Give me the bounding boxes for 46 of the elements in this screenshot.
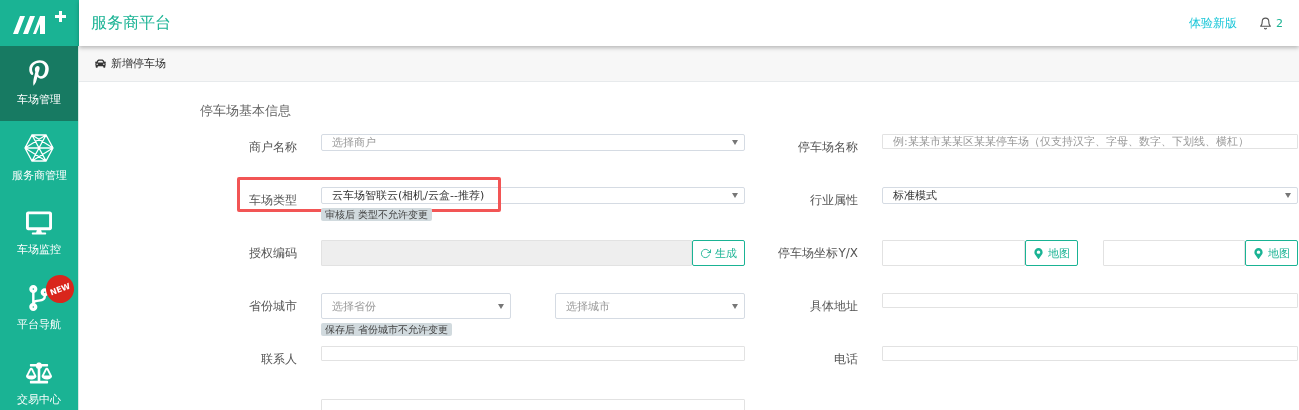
generate-button[interactable]: 生成	[692, 240, 745, 266]
select-field[interactable]: 云车场智联云(相机/云盒--推荐)	[321, 187, 745, 204]
select-field[interactable]: 选择省份	[321, 293, 511, 319]
field-label: 停车场名称	[797, 139, 858, 156]
input-field[interactable]	[321, 346, 745, 361]
field-label: 停车场坐标Y/X	[777, 245, 858, 262]
sidebar-item[interactable]: 车场监控	[0, 196, 78, 271]
field-label: 电话	[833, 351, 858, 368]
hint-tag: 保存后 省份城市不允许变更	[321, 323, 453, 336]
input-field[interactable]	[321, 399, 745, 410]
notification-count: 2	[1276, 16, 1283, 30]
field-label: 具体地址	[809, 298, 858, 315]
input-field[interactable]	[882, 346, 1298, 361]
refresh-icon	[700, 247, 711, 259]
platform-title: 服务商平台	[91, 12, 172, 34]
car-icon	[95, 58, 106, 69]
sidebar-item[interactable]: 平台导航 NEW	[0, 271, 78, 346]
field-label: 省份城市	[248, 298, 297, 315]
sidebar-item[interactable]: 车场管理	[0, 46, 78, 121]
coordinate-field[interactable]	[1102, 240, 1245, 266]
select-field[interactable]: 选择城市	[555, 293, 745, 319]
sidebar-item[interactable]: 交易中心	[0, 346, 78, 410]
map-pin-icon	[1032, 247, 1044, 259]
input-field[interactable]	[882, 293, 1298, 308]
coordinate-field[interactable]	[882, 240, 1025, 266]
scale-icon	[26, 360, 52, 386]
hexagon-icon	[24, 134, 54, 162]
field-label: 车场类型	[248, 192, 297, 209]
section-title: 停车场基本信息	[200, 102, 292, 120]
map-pin-icon	[1253, 247, 1264, 259]
monitor-icon	[26, 210, 52, 236]
bell-icon[interactable]	[1259, 16, 1272, 30]
map-button[interactable]: 地图	[1245, 240, 1298, 266]
select-field[interactable]: 标准模式	[882, 187, 1298, 204]
hint-tag: 审核后 类型不允许变更	[321, 208, 433, 221]
input-field[interactable]: 例:某某市某某区某某停车场（仅支持汉字、字母、数字、下划线、横杠）	[882, 134, 1298, 149]
field-label: 授权编码	[248, 245, 297, 262]
logo-icon	[10, 10, 69, 36]
breadcrumb-text: 新增停车场	[111, 56, 166, 71]
select-field[interactable]: 选择商户	[321, 134, 745, 151]
field-label: 商户名称	[248, 139, 297, 156]
field-label: 行业属性	[809, 192, 858, 209]
map-button[interactable]: 地图	[1024, 240, 1078, 266]
field-label: 联系人	[260, 351, 297, 368]
new-version-link[interactable]: 体验新版	[1189, 14, 1237, 32]
sidebar-item[interactable]: 服务商管理	[0, 121, 78, 196]
